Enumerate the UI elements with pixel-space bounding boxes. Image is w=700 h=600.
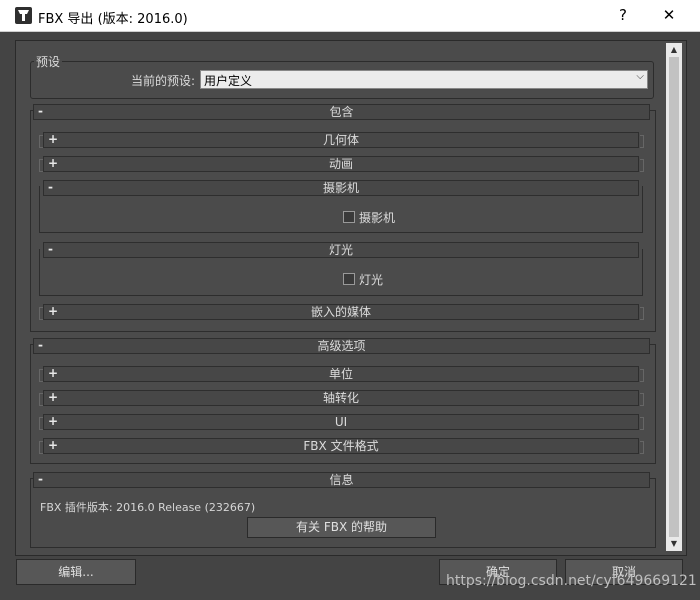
current-preset-label: 当前的预设:: [131, 74, 196, 88]
light-checkbox-row[interactable]: 灯光: [343, 271, 413, 287]
camera-checkbox-row[interactable]: 摄影机: [343, 209, 423, 225]
geometry-rollout-header[interactable]: + 几何体: [43, 132, 639, 148]
animation-rollout-header[interactable]: + 动画: [43, 156, 639, 172]
plugin-version-text: FBX 插件版本: 2016.0 Release (232667): [40, 501, 256, 514]
help-icon: ?: [619, 6, 627, 24]
app-logo-icon: [15, 7, 32, 24]
light-rollout-header[interactable]: - 灯光: [43, 242, 639, 258]
camera-checkbox-label: 摄影机: [359, 211, 396, 225]
watermark-text: https://blog.csdn.net/cyf649669121: [446, 573, 697, 589]
preset-dropdown-value: 用户定义: [204, 74, 253, 88]
title-bar: FBX 导出 (版本: 2016.0) ? ✕: [0, 0, 700, 32]
bracket-right: [640, 159, 644, 172]
close-button[interactable]: ✕: [646, 2, 692, 29]
geometry-label: 几何体: [322, 133, 359, 147]
scrollbar-thumb[interactable]: [669, 57, 679, 537]
bracket-right: [640, 393, 644, 406]
bracket-right: [640, 369, 644, 382]
animation-label: 动画: [328, 157, 353, 171]
light-label: 灯光: [328, 243, 353, 257]
preset-dropdown[interactable]: 用户定义 ⌵: [200, 70, 648, 89]
light-checkbox-label: 灯光: [359, 273, 384, 287]
axis-label: 轴转化: [322, 391, 359, 405]
fbx-format-rollout-header[interactable]: + FBX 文件格式: [43, 438, 639, 454]
light-checkbox[interactable]: [343, 273, 355, 285]
camera-checkbox[interactable]: [343, 211, 355, 223]
scroll-down-icon[interactable]: ▼: [666, 537, 682, 551]
info-label: 信息: [329, 473, 354, 487]
window-title: FBX 导出 (版本: 2016.0): [38, 12, 188, 27]
fbx-help-button[interactable]: 有关 FBX 的帮助: [247, 517, 436, 538]
ui-rollout-header[interactable]: + UI: [43, 414, 639, 430]
media-rollout-header[interactable]: + 嵌入的媒体: [43, 304, 639, 320]
include-label: 包含: [329, 105, 354, 119]
axis-rollout-header[interactable]: + 轴转化: [43, 390, 639, 406]
info-rollout-header[interactable]: - 信息: [33, 472, 650, 488]
vertical-scrollbar[interactable]: ▲ ▼: [666, 43, 682, 551]
media-label: 嵌入的媒体: [310, 305, 371, 319]
scroll-up-icon[interactable]: ▲: [666, 43, 682, 57]
camera-rollout-header[interactable]: - 摄影机: [43, 180, 639, 196]
bracket-right: [640, 135, 644, 148]
bracket-right: [640, 441, 644, 454]
units-rollout-header[interactable]: + 单位: [43, 366, 639, 382]
units-label: 单位: [328, 367, 353, 381]
help-button[interactable]: ?: [600, 2, 646, 29]
fbx-format-label: FBX 文件格式: [303, 439, 379, 453]
preset-group-label: 预设: [34, 53, 63, 70]
advanced-label: 高级选项: [317, 339, 366, 353]
edit-button[interactable]: 编辑...: [16, 559, 136, 585]
bracket-right: [640, 307, 644, 320]
include-rollout-header[interactable]: - 包含: [33, 104, 650, 120]
advanced-rollout-header[interactable]: - 高级选项: [33, 338, 650, 354]
ui-label: UI: [334, 415, 348, 429]
close-icon: ✕: [662, 6, 676, 24]
chevron-down-icon: ⌵: [636, 71, 644, 82]
camera-label: 摄影机: [322, 181, 359, 195]
bracket-right: [640, 417, 644, 430]
